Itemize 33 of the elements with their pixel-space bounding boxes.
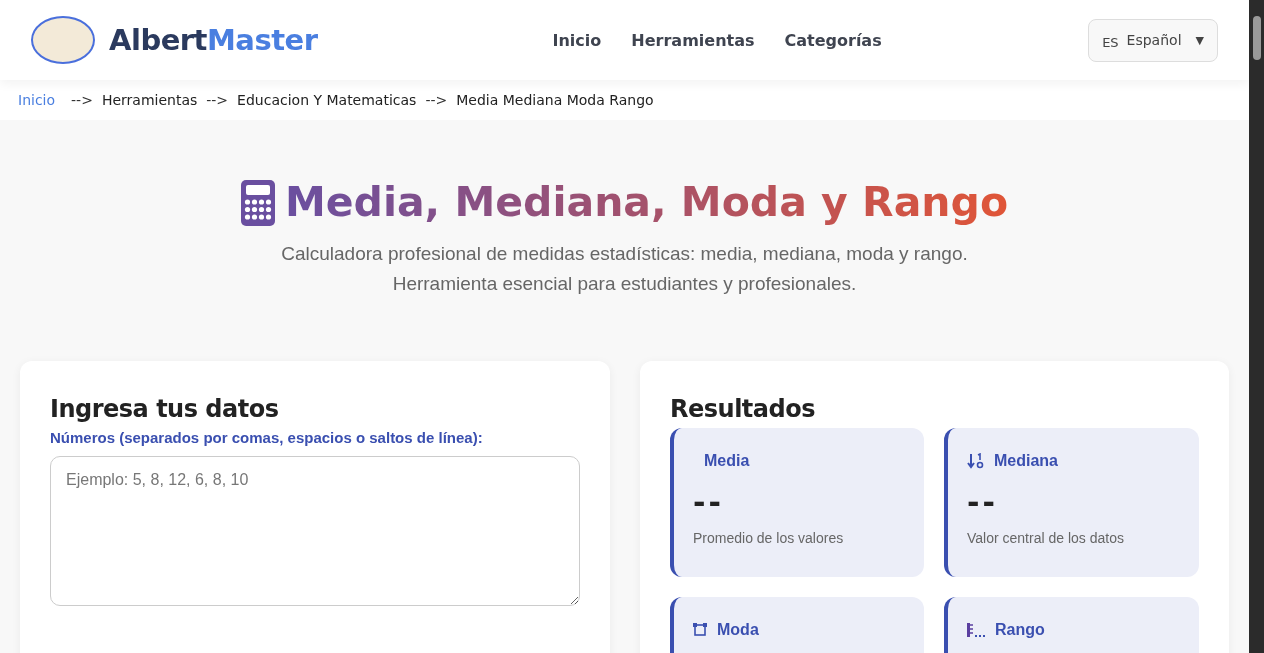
stat-label: Media: [704, 452, 750, 471]
stat-label: Moda: [717, 621, 759, 640]
breadcrumb-item: Media Mediana Moda Rango: [456, 92, 654, 108]
caret-icon: ▼: [1195, 33, 1204, 47]
breadcrumb-item: Educacion Y Matematicas: [237, 92, 417, 108]
page-subtitle: Calculadora profesional de medidas estadísticas: media, mediana, moda y rango. Herramienta esencial para estudiantes y profesionales.: [281, 242, 968, 297]
numbers-input-field[interactable]: Ejemplo: 5, 8, 12, 6, 8, 10: [50, 456, 580, 607]
stat-value: --: [967, 485, 999, 521]
field-label: Números (separados por comas, espacios o saltos de línea):: [50, 429, 484, 447]
brand-name[interactable]: AlbertMaster: [109, 23, 318, 57]
breadcrumb-separator: -->: [425, 92, 448, 108]
scrollbar[interactable]: [1249, 0, 1264, 653]
nav-link[interactable]: Categorías: [784, 30, 882, 50]
stat-description: Valor central de los datos: [967, 530, 1125, 547]
language-code: ES: [1102, 34, 1119, 50]
breadcrumb-separator: -->: [206, 92, 229, 108]
stat-description: Promedio de los valores: [693, 530, 845, 547]
breadcrumb-item: Herramientas: [101, 92, 198, 108]
breadcrumb-separator: -->: [71, 92, 93, 108]
logo-avatar-icon: [31, 16, 95, 64]
card-title: Ingresa tus datos: [50, 395, 280, 424]
stat-value: --: [693, 485, 725, 521]
stat-label: Rango: [995, 621, 1045, 640]
card-title: Resultados: [670, 395, 816, 424]
sort-numeric-icon: [967, 453, 984, 470]
calculator-icon: [240, 179, 275, 226]
nav-link[interactable]: Inicio: [552, 30, 602, 50]
ruler-icon: [967, 623, 985, 638]
breadcrumb-link[interactable]: Inicio: [18, 92, 56, 108]
stat-label: Mediana: [994, 452, 1058, 471]
nav-link[interactable]: Herramientas: [631, 30, 755, 50]
language-selector[interactable]: ES Español ▼: [1088, 18, 1218, 62]
vector-square-icon: [693, 623, 707, 638]
